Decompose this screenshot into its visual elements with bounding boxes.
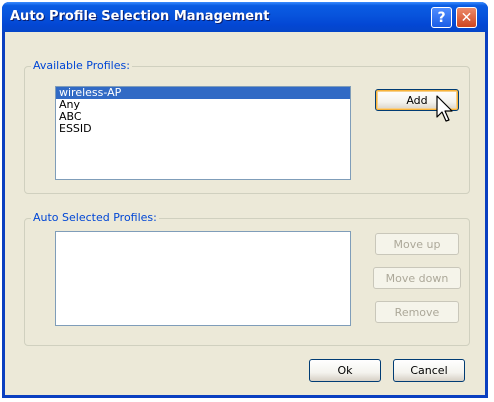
auto-selected-profiles-list[interactable] [55, 231, 351, 326]
remove-button[interactable]: Remove [375, 301, 459, 323]
move-down-button[interactable]: Move down [373, 267, 461, 289]
auto-selected-profiles-label: Auto Selected Profiles: [31, 211, 159, 224]
mouse-pointer-icon [436, 95, 453, 122]
move-up-button[interactable]: Move up [375, 233, 459, 255]
available-profiles-label: Available Profiles: [31, 59, 132, 72]
window-title: Auto Profile Selection Management [10, 9, 270, 24]
list-item[interactable]: ESSID [56, 123, 350, 135]
list-item[interactable]: Any [56, 99, 350, 111]
cancel-button[interactable]: Cancel [393, 359, 465, 382]
close-icon: ✕ [460, 9, 473, 26]
list-item[interactable]: wireless-AP [56, 87, 350, 99]
help-button[interactable]: ? [431, 7, 452, 28]
close-button[interactable]: ✕ [456, 7, 477, 28]
list-item[interactable]: ABC [56, 111, 350, 123]
ok-button[interactable]: Ok [309, 359, 381, 382]
available-profiles-list[interactable]: wireless-AP Any ABC ESSID [55, 86, 351, 180]
dialog-window: Auto Profile Selection Management ? ✕ Av… [2, 2, 488, 398]
question-mark-icon: ? [437, 9, 446, 26]
title-bar[interactable]: Auto Profile Selection Management ? ✕ [2, 2, 488, 32]
